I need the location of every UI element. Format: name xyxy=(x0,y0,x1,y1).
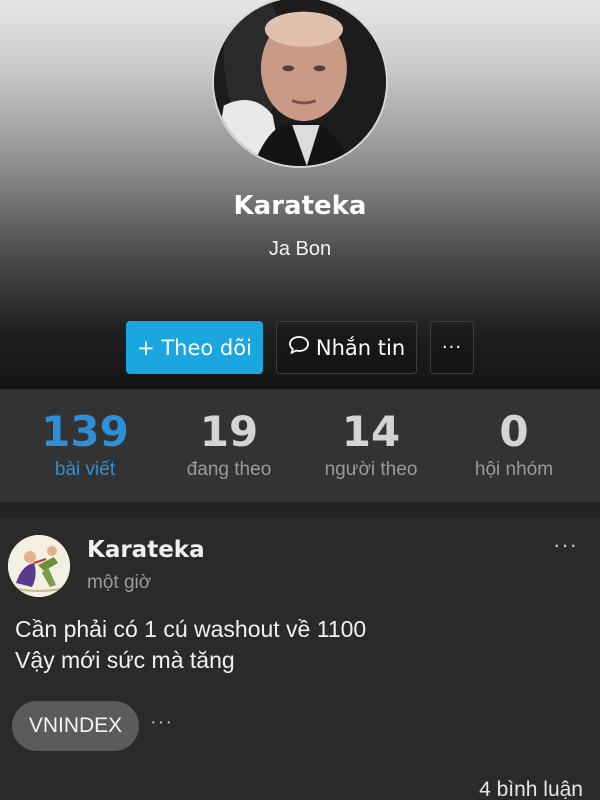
stock-tag-label: VNINDEX xyxy=(28,714,123,737)
stat-value: 14 xyxy=(341,407,401,456)
stat-label: đang theo xyxy=(186,459,272,480)
stat-value: 139 xyxy=(41,407,129,456)
profile-photo xyxy=(214,0,386,166)
post-body: Cần phải có 1 cú washout về 1100 Vậy mới… xyxy=(15,614,585,676)
profile-avatar[interactable] xyxy=(212,0,388,168)
follow-button-label: + Theo dõi xyxy=(137,335,252,360)
post-timestamp: một giờ xyxy=(87,572,152,593)
stock-tag-chip[interactable]: VNINDEX xyxy=(12,701,139,751)
stat-following[interactable]: 19 đang theo xyxy=(154,407,304,481)
stat-value: 19 xyxy=(199,407,259,456)
stat-groups[interactable]: 0 hội nhóm xyxy=(439,407,589,481)
post-text-line: Cần phải có 1 cú washout về 1100 xyxy=(15,616,367,642)
stat-label: bài viết xyxy=(54,459,116,480)
stat-label: người theo xyxy=(324,459,418,480)
stat-posts[interactable]: 139 bài viết xyxy=(10,407,160,481)
message-button[interactable]: Nhắn tin xyxy=(276,321,417,374)
post-author-name[interactable]: Karateka xyxy=(87,537,205,563)
post-menu-button[interactable]: ··· xyxy=(553,532,578,558)
post-text-line: Vậy mới sức mà tăng xyxy=(15,647,235,673)
more-options-button[interactable]: ··· xyxy=(430,321,474,374)
profile-header: Karateka Ja Bon + Theo dõi Nhắn tin ··· xyxy=(0,0,600,390)
stat-label: hội nhóm xyxy=(474,459,554,480)
comment-count-link[interactable]: 4 bình luận xyxy=(479,778,583,800)
chat-bubble-icon xyxy=(288,335,310,360)
profile-stats: 139 bài viết 19 đang theo 14 người theo … xyxy=(0,389,600,502)
karate-cartoon-image xyxy=(8,535,70,597)
follow-button[interactable]: + Theo dõi xyxy=(126,321,263,374)
more-dots-icon: ··· xyxy=(441,337,463,358)
more-tags-button[interactable]: ··· xyxy=(150,711,173,734)
stat-followers[interactable]: 14 người theo xyxy=(296,407,446,481)
profile-display-name: Karateka xyxy=(233,191,367,221)
stat-value: 0 xyxy=(499,407,529,456)
post-card: Karateka một giờ ··· Cần phải có 1 cú wa… xyxy=(0,518,600,800)
message-button-label: Nhắn tin xyxy=(315,335,406,360)
profile-username: Ja Bon xyxy=(268,238,332,260)
post-author-avatar[interactable] xyxy=(8,535,70,597)
